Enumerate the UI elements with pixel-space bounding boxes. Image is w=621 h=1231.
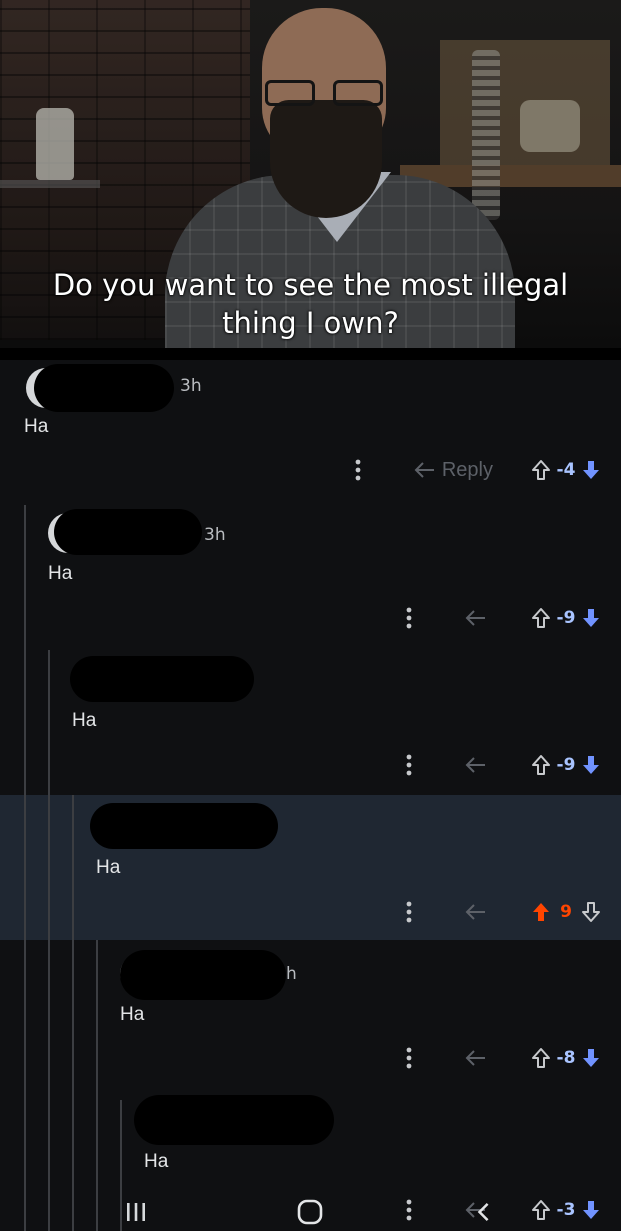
reply-icon — [465, 610, 485, 626]
comment: h Ha -8 — [0, 940, 621, 1085]
redacted-username — [134, 1095, 334, 1145]
arrow-up-icon — [533, 903, 549, 921]
arrow-up-icon — [532, 755, 550, 775]
comment-body: Ha — [120, 1004, 145, 1025]
reply-icon — [465, 904, 485, 920]
comment: Ha -9 — [0, 650, 621, 795]
more-options-icon[interactable] — [399, 750, 419, 780]
reply-icon — [414, 462, 434, 478]
person-glasses — [265, 80, 383, 110]
arrow-up-icon — [532, 608, 550, 628]
thread-line — [24, 795, 26, 940]
more-options-icon[interactable] — [348, 455, 368, 485]
comment-time: h — [286, 964, 297, 984]
comment-body: Ha — [144, 1151, 169, 1172]
upvote-button-active[interactable] — [531, 901, 551, 923]
recent-apps-button[interactable] — [118, 1198, 154, 1226]
more-options-icon[interactable] — [399, 603, 419, 633]
thread-line — [24, 650, 26, 795]
arrow-down-icon — [583, 609, 599, 627]
downvote-button[interactable] — [581, 1047, 601, 1069]
tape-roll — [520, 100, 580, 152]
arrow-up-icon — [532, 1048, 550, 1068]
score: -9 — [556, 755, 576, 775]
comment-time: 3h — [204, 525, 226, 545]
more-options-icon[interactable] — [399, 1043, 419, 1073]
redacted-username — [70, 656, 254, 702]
upvote-button[interactable] — [531, 459, 551, 481]
redacted-username — [120, 950, 286, 1000]
comment-highlighted: Ha 9 — [0, 795, 621, 940]
meme-caption: Do you want to see the most illegal thin… — [0, 266, 621, 342]
arrow-up-icon — [532, 460, 550, 480]
upvote-button[interactable] — [531, 754, 551, 776]
arrow-down-icon — [582, 902, 600, 922]
caption-line-2: thing I own? — [222, 306, 399, 340]
hanging-chain — [472, 50, 500, 220]
comment-actions: Reply -4 — [348, 455, 601, 485]
thread-line — [72, 795, 74, 940]
thread-line — [48, 795, 50, 940]
reply-button[interactable]: Reply — [414, 459, 493, 482]
reply-button[interactable] — [465, 1049, 493, 1067]
system-nav-bar — [0, 1192, 621, 1231]
redacted-username — [90, 803, 278, 849]
score: 9 — [560, 902, 572, 922]
thread-line — [48, 940, 50, 1085]
comment-actions: 9 — [399, 897, 601, 927]
reply-label: Reply — [441, 458, 493, 481]
downvote-button[interactable] — [581, 607, 601, 629]
comment: 3h Ha Reply -4 — [0, 360, 621, 505]
comment-body: Ha — [72, 710, 97, 731]
home-button[interactable] — [292, 1196, 328, 1228]
redacted-username — [34, 364, 174, 412]
score: -9 — [556, 608, 576, 628]
reply-button[interactable] — [465, 756, 493, 774]
shelf-left — [0, 180, 100, 188]
arrow-down-icon — [583, 461, 599, 479]
comment-actions: -9 — [399, 603, 601, 633]
score: -4 — [556, 460, 576, 480]
rounded-square-icon — [297, 1199, 323, 1225]
chevron-left-icon — [477, 1203, 489, 1221]
thread-line — [72, 940, 74, 1085]
comment-body: Ha — [96, 857, 121, 878]
person-beard — [270, 100, 382, 218]
comment: 3h Ha -9 — [0, 505, 621, 650]
reply-button[interactable] — [465, 903, 493, 921]
score: -8 — [556, 1048, 576, 1068]
downvote-button[interactable] — [581, 901, 601, 923]
comment-actions: -8 — [399, 1043, 601, 1073]
three-bars-icon — [127, 1203, 145, 1221]
thread-line — [48, 650, 50, 795]
downvote-button[interactable] — [581, 459, 601, 481]
downvote-button[interactable] — [581, 754, 601, 776]
reply-icon — [465, 757, 485, 773]
meme-image[interactable]: Do you want to see the most illegal thin… — [0, 0, 621, 348]
back-button[interactable] — [470, 1198, 498, 1226]
upvote-button[interactable] — [531, 1047, 551, 1069]
comment-body: Ha — [48, 563, 73, 584]
jug — [36, 108, 74, 180]
thread-line — [24, 940, 26, 1085]
arrow-down-icon — [583, 756, 599, 774]
comment-time: 3h — [180, 376, 202, 396]
divider — [0, 348, 621, 360]
thread-line — [96, 940, 98, 1085]
comment-body: Ha — [24, 416, 49, 437]
caption-line-1: Do you want to see the most illegal — [52, 268, 569, 302]
upvote-button[interactable] — [531, 607, 551, 629]
reply-button[interactable] — [465, 609, 493, 627]
thread-line — [24, 505, 26, 650]
comment-actions: -9 — [399, 750, 601, 780]
more-options-icon[interactable] — [399, 897, 419, 927]
reply-icon — [465, 1050, 485, 1066]
arrow-down-icon — [583, 1049, 599, 1067]
redacted-username — [54, 509, 202, 555]
